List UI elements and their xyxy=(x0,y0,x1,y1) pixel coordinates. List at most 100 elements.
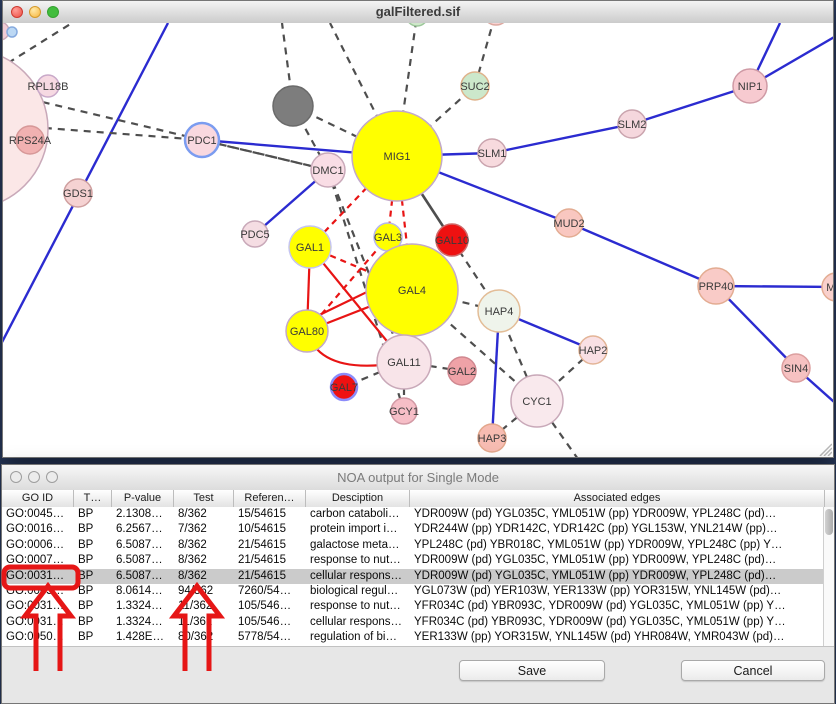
table-cell: YDR009W (pd) YGL035C, YML051W (pp) YDR00… xyxy=(410,569,823,584)
graph-node-label-GAL10: GAL10 xyxy=(435,235,469,247)
table-cell: GO:0045… xyxy=(2,507,74,522)
graph-node-label-HAP3: HAP3 xyxy=(478,433,507,445)
table-cell: BP xyxy=(74,599,112,614)
table-cell: 21/54615 xyxy=(234,538,306,553)
table-cell: galactose meta… xyxy=(306,538,410,553)
table-cell: GO:0031… xyxy=(2,569,74,584)
table-cell: YDR009W (pd) YGL035C, YML051W (pp) YDR00… xyxy=(410,553,823,568)
graph-window: galFiltered.sif RPL18BRPS24AGDS1PDC1MIG1… xyxy=(2,0,834,458)
table-cell: 5778/54… xyxy=(234,630,306,645)
column-header-referen-[interactable]: Referen… xyxy=(234,490,306,507)
table-cell: cellular respons… xyxy=(306,569,410,584)
graph-edge-blue[interactable] xyxy=(632,86,750,124)
graph-node-top-green[interactable] xyxy=(406,23,428,26)
column-header-t-[interactable]: T… xyxy=(74,490,112,507)
table-cell: GO:0007… xyxy=(2,553,74,568)
graph-node-label-GAL80: GAL80 xyxy=(290,326,324,338)
table-cell: GO:0006… xyxy=(2,538,74,553)
graph-node-label-HAP4: HAP4 xyxy=(485,306,514,318)
graph-node-label-NIP1: NIP1 xyxy=(738,81,762,93)
table-row[interactable]: GO:0007…BP6.5087…8/36221/54615response t… xyxy=(2,553,823,568)
graph-node-label-MSI: MSI xyxy=(826,282,833,294)
table-cell: BP xyxy=(74,615,112,630)
table-cell: protein import i… xyxy=(306,522,410,537)
results-table-body: GO:0045…BP2.1308…8/36215/54615carbon cat… xyxy=(2,507,823,646)
graph-node-label-PRP40: PRP40 xyxy=(699,281,734,293)
column-header-desciption[interactable]: Desciption xyxy=(306,490,410,507)
table-cell: YPL248C (pd) YBR018C, YML051W (pp) YDR00… xyxy=(410,538,823,553)
table-cell: 80/362 xyxy=(174,630,234,645)
table-cell: 6.5087… xyxy=(112,538,174,553)
column-header-go-id[interactable]: GO ID xyxy=(2,490,74,507)
graph-node-label-MIG1: MIG1 xyxy=(384,151,411,163)
table-cell: GO:0031… xyxy=(2,599,74,614)
graph-node-top-pink[interactable] xyxy=(483,23,509,25)
table-row[interactable]: GO:0031…BP1.3324…11/362105/546…cellular … xyxy=(2,615,823,630)
table-cell: BP xyxy=(74,584,112,599)
graph-node-label-SIN4: SIN4 xyxy=(784,363,808,375)
column-header-associated-edges[interactable]: Associated edges xyxy=(410,490,825,507)
noa-window-titlebar[interactable]: NOA output for Single Mode xyxy=(2,465,834,491)
table-cell: 8/362 xyxy=(174,569,234,584)
table-cell: 7/362 xyxy=(174,522,234,537)
table-cell: biological regul… xyxy=(306,584,410,599)
network-canvas[interactable]: RPL18BRPS24AGDS1PDC1MIG1DMC1SUC2SLM1SLM2… xyxy=(3,23,833,457)
column-header-p-value[interactable]: P-value xyxy=(112,490,174,507)
graph-edge-blue[interactable] xyxy=(492,124,632,153)
graph-node-label-HAP2: HAP2 xyxy=(579,345,608,357)
table-cell: GO:0065… xyxy=(2,584,74,599)
graph-edge-dash[interactable] xyxy=(8,23,72,63)
table-cell: 15/54615 xyxy=(234,507,306,522)
table-row[interactable]: GO:0045…BP2.1308…8/36215/54615carbon cat… xyxy=(2,507,823,522)
save-button[interactable]: Save xyxy=(459,660,605,681)
graph-node-corner-blue[interactable] xyxy=(7,27,17,37)
table-scrollbar[interactable] xyxy=(823,507,834,646)
graph-edge-blue[interactable] xyxy=(569,223,716,286)
table-cell: YFR034C (pd) YBR093C, YDR009W (pd) YGL03… xyxy=(410,615,823,630)
table-cell: BP xyxy=(74,553,112,568)
graph-node-label-RPS24A: RPS24A xyxy=(9,135,52,147)
table-row[interactable]: GO:0065…BP8.0614…94/3627260/54…biologica… xyxy=(2,584,823,599)
table-cell: YDR244W (pp) YDR142C, YDR142C (pp) YGL15… xyxy=(410,522,823,537)
table-row[interactable]: GO:0050…BP1.428E…80/3625778/54…regulatio… xyxy=(2,630,823,645)
graph-node-label-GAL2: GAL2 xyxy=(448,366,476,378)
graph-window-titlebar[interactable]: galFiltered.sif xyxy=(3,1,833,24)
graph-node-label-GAL3: GAL3 xyxy=(374,232,402,244)
graph-node-label-GAL7: GAL7 xyxy=(330,382,358,394)
table-row[interactable]: GO:0031…BP1.3324…11/362105/546…response … xyxy=(2,599,823,614)
table-cell: response to nut… xyxy=(306,599,410,614)
resize-grip-icon[interactable] xyxy=(816,440,832,456)
table-cell: 11/362 xyxy=(174,615,234,630)
table-cell: 1.3324… xyxy=(112,615,174,630)
graph-node-label-SLM2: SLM2 xyxy=(618,119,647,131)
graph-node-label-MUD2: MUD2 xyxy=(553,218,584,230)
table-cell: 7260/54… xyxy=(234,584,306,599)
table-cell: 10/54615 xyxy=(234,522,306,537)
table-cell: YDR009W (pd) YGL035C, YML051W (pp) YDR00… xyxy=(410,507,823,522)
noa-output-window: NOA output for Single Mode GO IDT…P-valu… xyxy=(1,464,835,704)
table-cell: 8/362 xyxy=(174,553,234,568)
table-row[interactable]: GO:0006…BP6.5087…8/36221/54615galactose … xyxy=(2,538,823,553)
table-cell: GO:0031… xyxy=(2,615,74,630)
graph-node-gray-node[interactable] xyxy=(273,86,313,126)
table-cell: BP xyxy=(74,569,112,584)
column-header-test[interactable]: Test xyxy=(174,490,234,507)
graph-node-label-GAL11: GAL11 xyxy=(387,357,420,369)
graph-node-label-GAL4: GAL4 xyxy=(398,285,426,297)
cancel-button[interactable]: Cancel xyxy=(681,660,825,681)
table-cell: 1.3324… xyxy=(112,599,174,614)
table-cell: 21/54615 xyxy=(234,569,306,584)
table-row[interactable]: GO:0031…BP6.5087…8/36221/54615cellular r… xyxy=(2,569,823,584)
table-cell: BP xyxy=(74,522,112,537)
table-cell: carbon cataboli… xyxy=(306,507,410,522)
scrollbar-thumb[interactable] xyxy=(825,509,833,535)
table-cell: 21/54615 xyxy=(234,553,306,568)
table-cell: 105/546… xyxy=(234,599,306,614)
graph-node-label-GDS1: GDS1 xyxy=(63,188,93,200)
table-row[interactable]: GO:0016…BP6.2567…7/36210/54615protein im… xyxy=(2,522,823,537)
table-cell: regulation of bi… xyxy=(306,630,410,645)
graph-node-label-RPL18B: RPL18B xyxy=(28,81,69,93)
table-cell: 8/362 xyxy=(174,538,234,553)
table-cell: 8/362 xyxy=(174,507,234,522)
table-cell: GO:0050… xyxy=(2,630,74,645)
